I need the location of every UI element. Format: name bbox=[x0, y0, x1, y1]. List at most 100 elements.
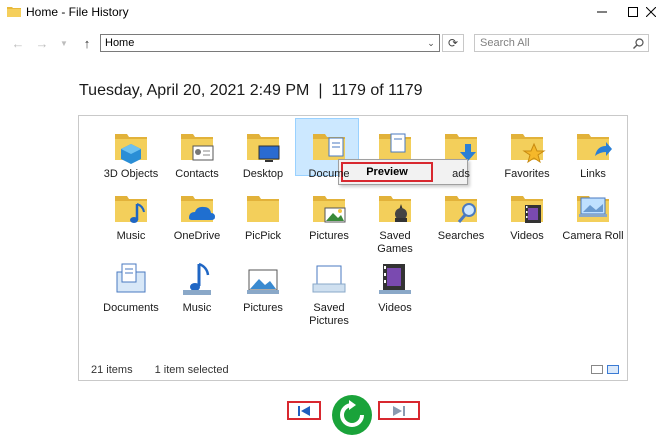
favorites-icon bbox=[507, 126, 547, 166]
file-item-label: Music bbox=[182, 302, 212, 314]
file-item[interactable]: Documents bbox=[99, 260, 163, 315]
saved-games-icon bbox=[375, 188, 415, 228]
large-icons-view-icon[interactable] bbox=[607, 365, 619, 374]
file-item[interactable]: Pictures bbox=[297, 188, 361, 243]
chevron-down-icon: ▼ bbox=[60, 38, 68, 48]
file-item-label: Videos bbox=[378, 302, 412, 314]
file-item-label: Camera Roll bbox=[562, 230, 624, 242]
file-item[interactable]: OneDrive bbox=[165, 188, 229, 243]
file-item[interactable]: Docume bbox=[295, 118, 361, 181]
window-title: Home - File History bbox=[26, 5, 129, 19]
file-item-label: Pictures bbox=[243, 302, 283, 314]
file-item[interactable]: Pictures bbox=[231, 260, 295, 315]
file-item-label: 3D Objects bbox=[103, 168, 159, 180]
file-item-label: Contacts bbox=[175, 168, 219, 180]
3d-objects-icon bbox=[111, 126, 151, 166]
onedrive-icon bbox=[177, 188, 217, 228]
file-item-label: Docume bbox=[308, 168, 350, 180]
file-item-label: Saved Games bbox=[377, 230, 413, 255]
file-item[interactable]: Contacts bbox=[165, 126, 229, 181]
file-item[interactable]: Saved Pictures bbox=[297, 260, 361, 328]
file-item-label: Pictures bbox=[309, 230, 349, 242]
file-item[interactable]: Desktop bbox=[231, 126, 295, 181]
file-item-label: Saved Pictures bbox=[309, 302, 349, 327]
address-text: Home bbox=[105, 37, 135, 49]
file-item[interactable]: Music bbox=[165, 260, 229, 315]
links-icon bbox=[573, 126, 613, 166]
file-item[interactable]: PicPick bbox=[231, 188, 295, 243]
documents-library-icon bbox=[111, 260, 151, 300]
close-icon bbox=[645, 7, 656, 17]
contacts-icon bbox=[177, 126, 217, 166]
file-item[interactable]: Videos bbox=[363, 260, 427, 315]
back-button[interactable]: ← bbox=[10, 35, 26, 51]
up-button[interactable]: ↑ bbox=[79, 35, 95, 51]
next-version-icon bbox=[393, 405, 405, 416]
forward-arrow-icon: → bbox=[35, 35, 49, 51]
title-bar: Home - File History bbox=[0, 0, 661, 25]
recent-locations-button[interactable]: ▼ bbox=[56, 35, 72, 51]
file-item-label: PicPick bbox=[244, 230, 282, 242]
pictures-folder-icon bbox=[309, 188, 349, 228]
details-view-icon[interactable] bbox=[591, 365, 603, 374]
close-button[interactable] bbox=[640, 2, 661, 22]
address-dropdown-icon[interactable]: ⌄ bbox=[425, 36, 437, 50]
search-icon bbox=[633, 38, 644, 49]
desktop-icon bbox=[243, 126, 283, 166]
snapshot-position: 1179 of 1179 bbox=[331, 82, 423, 99]
snapshot-header: Tuesday, April 20, 2021 2:49 PM | 1179 of … bbox=[79, 82, 423, 100]
file-item-label: OneDrive bbox=[173, 230, 221, 242]
selection-count: 1 item selected bbox=[154, 364, 229, 376]
search-box[interactable]: Search All bbox=[474, 34, 649, 52]
file-item-label: Music bbox=[116, 230, 146, 242]
music-library-icon bbox=[177, 260, 217, 300]
refresh-button[interactable]: ⟳ bbox=[442, 34, 464, 52]
file-item[interactable]: Camera Roll bbox=[561, 188, 625, 243]
saved-pictures-icon bbox=[309, 260, 349, 300]
camera-roll-icon bbox=[573, 188, 613, 228]
minimize-icon bbox=[597, 11, 607, 13]
refresh-icon: ⟳ bbox=[447, 36, 459, 50]
videos-library-icon bbox=[375, 260, 415, 300]
header-separator: | bbox=[318, 82, 323, 99]
up-arrow-icon: ↑ bbox=[83, 35, 91, 51]
file-item-label: Desktop bbox=[242, 168, 284, 180]
restore-icon bbox=[333, 396, 371, 434]
address-bar[interactable]: Home ⌄ bbox=[100, 34, 440, 52]
playback-controls bbox=[0, 394, 661, 435]
search-placeholder: Search All bbox=[480, 37, 530, 49]
file-item-label: Searches bbox=[437, 230, 485, 242]
file-item[interactable]: ads bbox=[429, 126, 493, 181]
music-folder-icon bbox=[111, 188, 151, 228]
file-item[interactable]: Saved Games bbox=[363, 188, 427, 256]
snapshot-datetime: Tuesday, April 20, 2021 2:49 PM bbox=[79, 82, 310, 99]
file-item-label: Documents bbox=[103, 302, 159, 314]
file-item[interactable]: Searches bbox=[429, 188, 493, 243]
next-version-button[interactable] bbox=[378, 401, 420, 420]
file-item-label: Favorites bbox=[504, 168, 550, 180]
searches-icon bbox=[441, 188, 481, 228]
folder-icon bbox=[243, 188, 283, 228]
pictures-library-icon bbox=[243, 260, 283, 300]
view-toggle bbox=[591, 365, 619, 376]
previous-version-icon bbox=[298, 405, 310, 416]
minimize-button[interactable] bbox=[589, 2, 615, 22]
videos-folder-icon bbox=[507, 188, 547, 228]
restore-button[interactable] bbox=[332, 395, 372, 435]
file-item[interactable]: Music bbox=[99, 188, 163, 243]
status-bar: 21 items 1 item selected bbox=[91, 364, 229, 376]
maximize-icon bbox=[628, 7, 638, 17]
navigation-bar: ← → ▼ ↑ Home ⌄ ⟳ Search All bbox=[0, 33, 661, 55]
item-count: 21 items bbox=[91, 364, 133, 376]
files-panel: 3D Objects Contacts Desktop Docume ads Favori… bbox=[78, 115, 628, 381]
file-item[interactable]: 3D Objects bbox=[99, 126, 163, 181]
file-item-label: Videos bbox=[510, 230, 544, 242]
file-item[interactable]: Favorites bbox=[495, 126, 559, 181]
file-item[interactable]: Links bbox=[561, 126, 625, 181]
file-history-icon bbox=[7, 7, 21, 17]
file-item-label: ads bbox=[452, 168, 470, 180]
file-item[interactable]: Videos bbox=[495, 188, 559, 243]
previous-version-button[interactable] bbox=[287, 401, 321, 420]
back-arrow-icon: ← bbox=[11, 35, 25, 51]
forward-button[interactable]: → bbox=[34, 35, 50, 51]
